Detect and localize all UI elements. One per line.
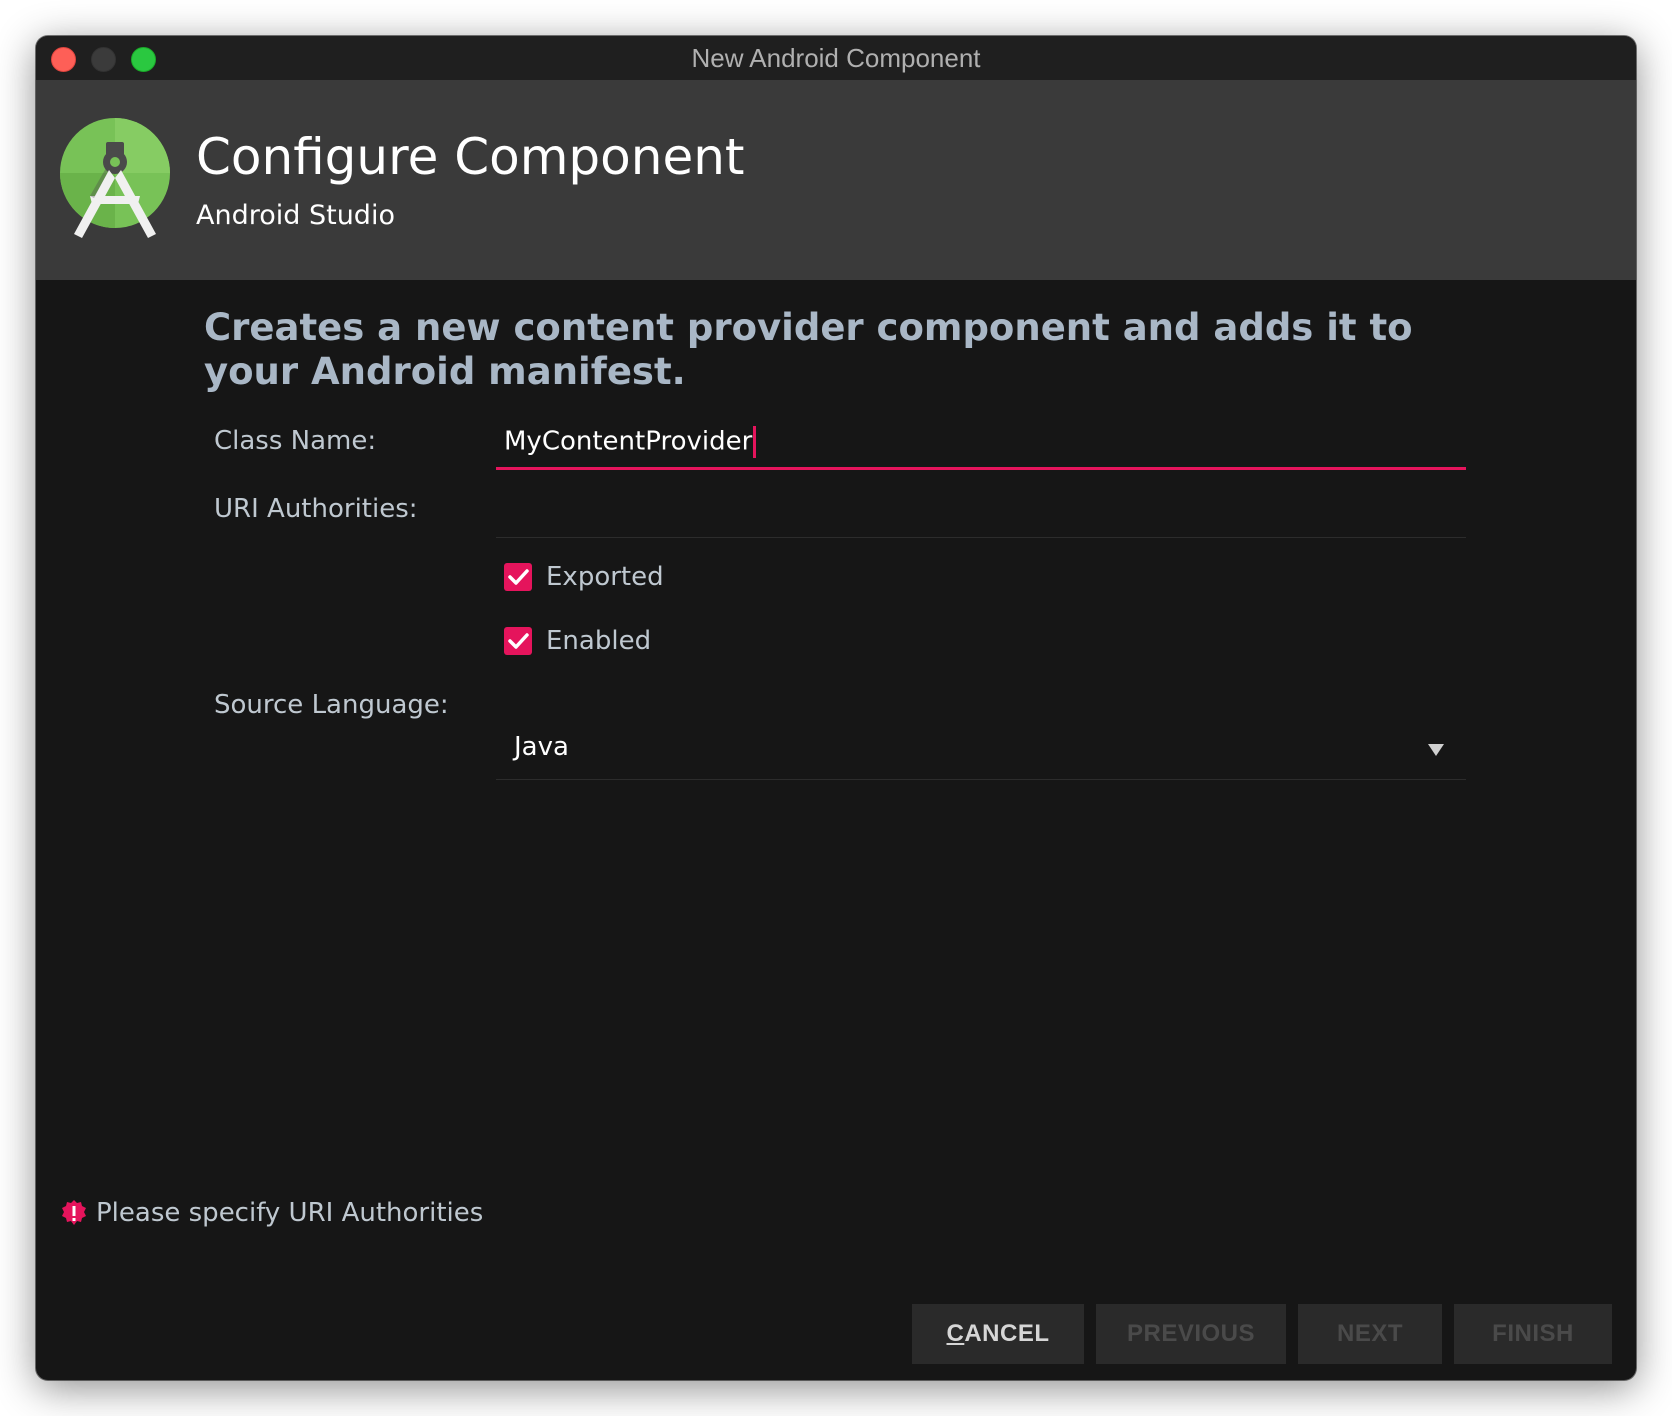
source-language-value: Java <box>514 732 569 762</box>
exported-label: Exported <box>546 562 664 592</box>
finish-button[interactable]: FINISH <box>1454 1304 1612 1364</box>
text-cursor <box>753 426 757 458</box>
uri-authorities-underline <box>496 537 1466 538</box>
next-button[interactable]: NEXT <box>1298 1304 1442 1364</box>
dialog-window: New Android Component Configure Componen… <box>36 36 1636 1380</box>
window-title: New Android Component <box>691 43 981 73</box>
class-name-label: Class Name: <box>214 426 377 456</box>
source-language-label: Source Language: <box>214 690 449 720</box>
enabled-checkbox-row[interactable]: Enabled <box>504 624 651 658</box>
validation-error: Please specify URI Authorities <box>60 1198 483 1228</box>
error-message: Please specify URI Authorities <box>96 1198 484 1228</box>
enabled-checkbox[interactable] <box>504 627 532 655</box>
enabled-label: Enabled <box>546 626 652 656</box>
title-bar: New Android Component <box>36 36 1636 81</box>
uri-authorities-field[interactable] <box>496 488 1466 538</box>
checkmark-icon <box>508 633 529 649</box>
cancel-label: ANCEL <box>964 1320 1050 1347</box>
cancel-button[interactable]: CANCEL <box>912 1304 1084 1364</box>
uri-authorities-label: URI Authorities: <box>214 494 418 524</box>
header-title: Configure Component <box>196 128 745 186</box>
error-icon <box>62 1200 86 1225</box>
previous-button[interactable]: PREVIOUS <box>1096 1304 1286 1364</box>
exported-checkbox-row[interactable]: Exported <box>504 560 664 594</box>
checkmark-icon <box>508 569 529 585</box>
header-banner: Configure Component Android Studio <box>36 80 1636 280</box>
source-language-select[interactable]: Java <box>496 720 1466 780</box>
exported-checkbox[interactable] <box>504 563 532 591</box>
android-studio-logo-icon <box>60 118 170 238</box>
description-text: Creates a new content provider component… <box>204 306 1413 393</box>
class-name-field[interactable]: MyContentProvider <box>496 420 1466 470</box>
class-name-underline <box>496 467 1466 470</box>
source-language-underline <box>496 779 1466 780</box>
class-name-value: MyContentProvider <box>504 426 757 458</box>
cancel-mnemonic: C <box>946 1320 965 1347</box>
header-subtitle: Android Studio <box>196 200 395 231</box>
dropdown-arrow-icon <box>1428 744 1444 756</box>
